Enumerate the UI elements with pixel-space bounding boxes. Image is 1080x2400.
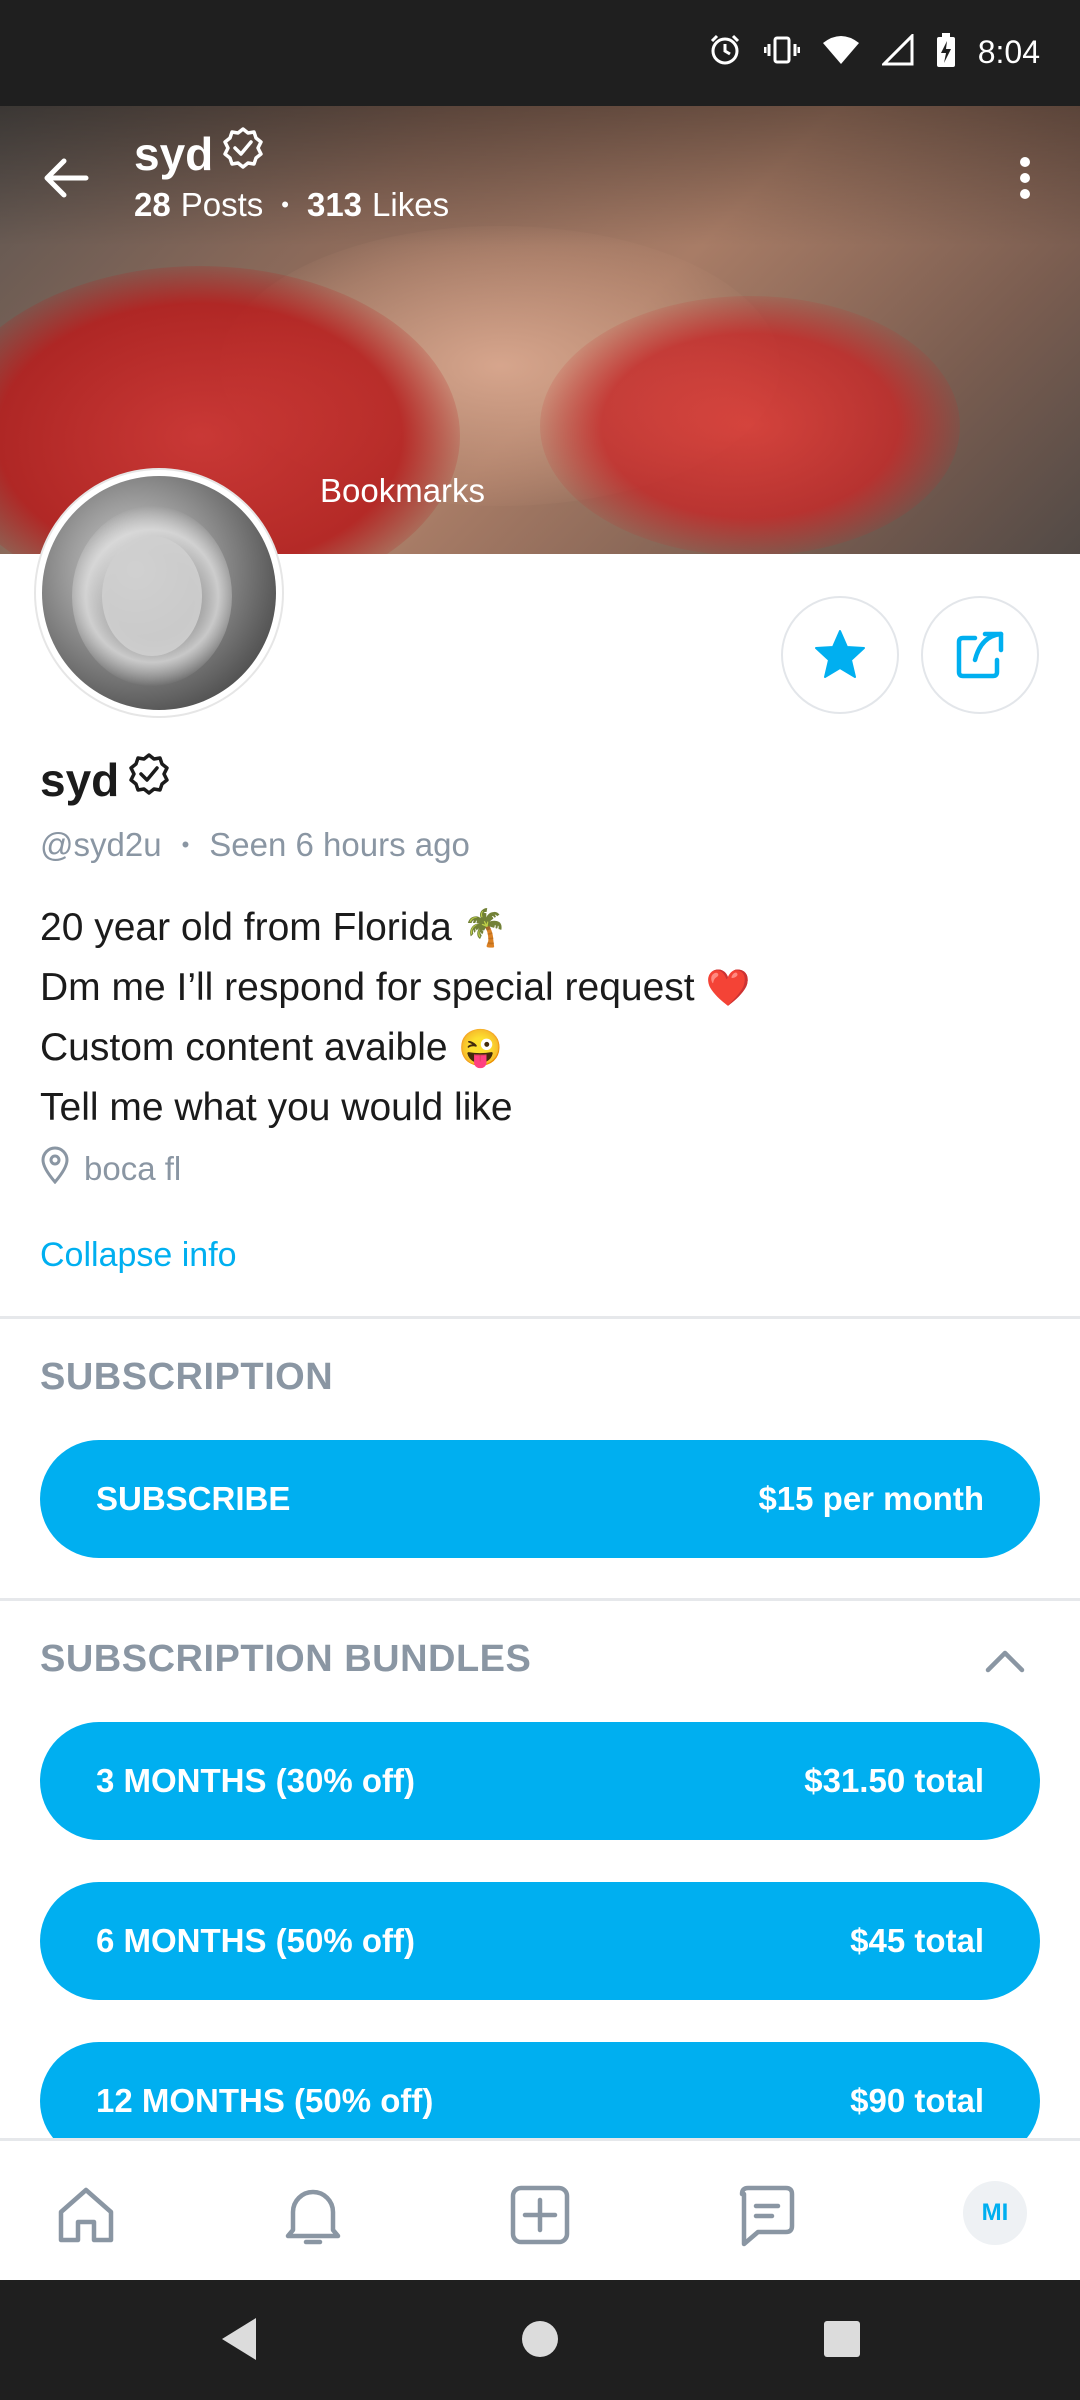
- meta-separator: •: [181, 832, 190, 857]
- location-pin-icon: [40, 1146, 70, 1192]
- stats-separator: •: [281, 192, 289, 217]
- bio-text: Tell me what you would like: [40, 1086, 513, 1129]
- recents-square-icon[interactable]: [820, 2314, 864, 2369]
- home-icon: [58, 2187, 114, 2243]
- star-icon: [815, 630, 865, 678]
- divider: [0, 1598, 1080, 1601]
- favorite-button[interactable]: [781, 596, 899, 714]
- bundle-button-6-months[interactable]: 6 MONTHS (50% off) $45 total: [40, 1882, 1040, 2000]
- header-stats: 28 Posts • 313 Likes: [134, 186, 449, 224]
- bio-text: Custom content avaible: [40, 1026, 448, 1069]
- collapse-info-link[interactable]: Collapse info: [40, 1236, 237, 1275]
- subscribe-label: SUBSCRIBE: [96, 1480, 291, 1517]
- share-icon: [956, 631, 1004, 679]
- profile-meta: @syd2u • Seen 6 hours ago: [40, 826, 470, 864]
- system-nav-bar: [0, 2280, 1080, 2400]
- nav-add-post[interactable]: [502, 2177, 578, 2253]
- more-options-button[interactable]: [1010, 148, 1040, 208]
- posts-label: Posts: [180, 186, 264, 223]
- home-circle-icon[interactable]: [518, 2314, 562, 2369]
- bundle-label: 3 MONTHS (30% off): [96, 1762, 416, 1799]
- verified-icon: [221, 126, 265, 181]
- alarm-icon: [708, 33, 742, 72]
- bundle-label: 6 MONTHS (50% off): [96, 1922, 416, 1959]
- profile-display-name: syd: [40, 753, 120, 806]
- vibrate-icon: [763, 33, 801, 72]
- posts-count: 28: [134, 186, 171, 223]
- banner-image-shape: [540, 296, 960, 554]
- bio-line: Custom content avaible 😜: [40, 1018, 750, 1078]
- bio-line: Tell me what you would like: [40, 1078, 750, 1138]
- nav-home[interactable]: [48, 2177, 124, 2253]
- message-icon: [739, 2185, 795, 2247]
- signal-icon: [880, 31, 914, 71]
- bottom-nav: MI: [0, 2138, 1080, 2280]
- status-icons: 8:04: [708, 28, 1040, 76]
- avatar[interactable]: [36, 470, 282, 716]
- verified-icon: [127, 752, 171, 807]
- likes-count: 313: [306, 186, 363, 223]
- location: boca fl: [40, 1146, 181, 1192]
- divider: [0, 1316, 1080, 1319]
- bio-text: 20 year old from Florida: [40, 906, 452, 949]
- bundles-title: SUBSCRIPTION BUNDLES: [40, 1638, 532, 1680]
- bio-text: Dm me I’ll respond for special request: [40, 966, 695, 1009]
- profile-bio: 20 year old from Florida 🌴 Dm me I’ll re…: [40, 898, 750, 1138]
- battery-charging-icon: [936, 32, 956, 72]
- header-title: syd: [134, 126, 265, 181]
- bundle-price: $31.50 total: [804, 1762, 984, 1799]
- subscribe-button[interactable]: SUBSCRIBE $15 per month: [40, 1440, 1040, 1558]
- subscription-title: SUBSCRIPTION: [40, 1356, 334, 1398]
- back-button[interactable]: [36, 148, 96, 208]
- arrow-left-icon: [44, 158, 89, 198]
- bookmarks-label[interactable]: Bookmarks: [320, 472, 485, 510]
- nav-messages[interactable]: [729, 2177, 805, 2253]
- bio-line: Dm me I’ll respond for special request ❤…: [40, 958, 750, 1018]
- header-username: syd: [134, 127, 214, 180]
- chevron-up-icon: [985, 1650, 1025, 1673]
- avatar-image-shape: [102, 536, 202, 656]
- nav-notifications[interactable]: [275, 2177, 351, 2253]
- subscribe-price: $15 per month: [758, 1480, 984, 1517]
- heart-emoji: ❤️: [705, 967, 751, 1008]
- bundle-price: $45 total: [850, 1922, 984, 1959]
- profile-handle: @syd2u: [40, 826, 162, 863]
- bio-line: 20 year old from Florida 🌴: [40, 898, 750, 958]
- bundle-price: $90 total: [850, 2082, 984, 2119]
- status-time: 8:04: [977, 33, 1040, 70]
- avatar-image: [42, 476, 276, 710]
- palm-tree-emoji: 🌴: [462, 907, 508, 948]
- winking-tongue-emoji: 😜: [458, 1027, 504, 1068]
- profile-name: syd: [40, 752, 171, 807]
- collapse-bundles-button[interactable]: [980, 1640, 1030, 1680]
- bundle-label: 12 MONTHS (50% off): [96, 2082, 434, 2119]
- nav-profile-avatar[interactable]: MI: [963, 2181, 1027, 2245]
- last-seen: Seen 6 hours ago: [209, 826, 470, 863]
- back-triangle-icon[interactable]: [216, 2314, 260, 2369]
- bell-icon: [285, 2189, 341, 2245]
- wifi-icon: [822, 34, 860, 71]
- likes-label: Likes: [372, 186, 450, 223]
- location-text: boca fl: [84, 1150, 182, 1187]
- status-bar: 8:04: [0, 0, 1080, 106]
- more-vertical-icon: [1020, 157, 1030, 199]
- add-icon: [510, 2185, 570, 2245]
- share-button[interactable]: [921, 596, 1039, 714]
- bundle-button-3-months[interactable]: 3 MONTHS (30% off) $31.50 total: [40, 1722, 1040, 1840]
